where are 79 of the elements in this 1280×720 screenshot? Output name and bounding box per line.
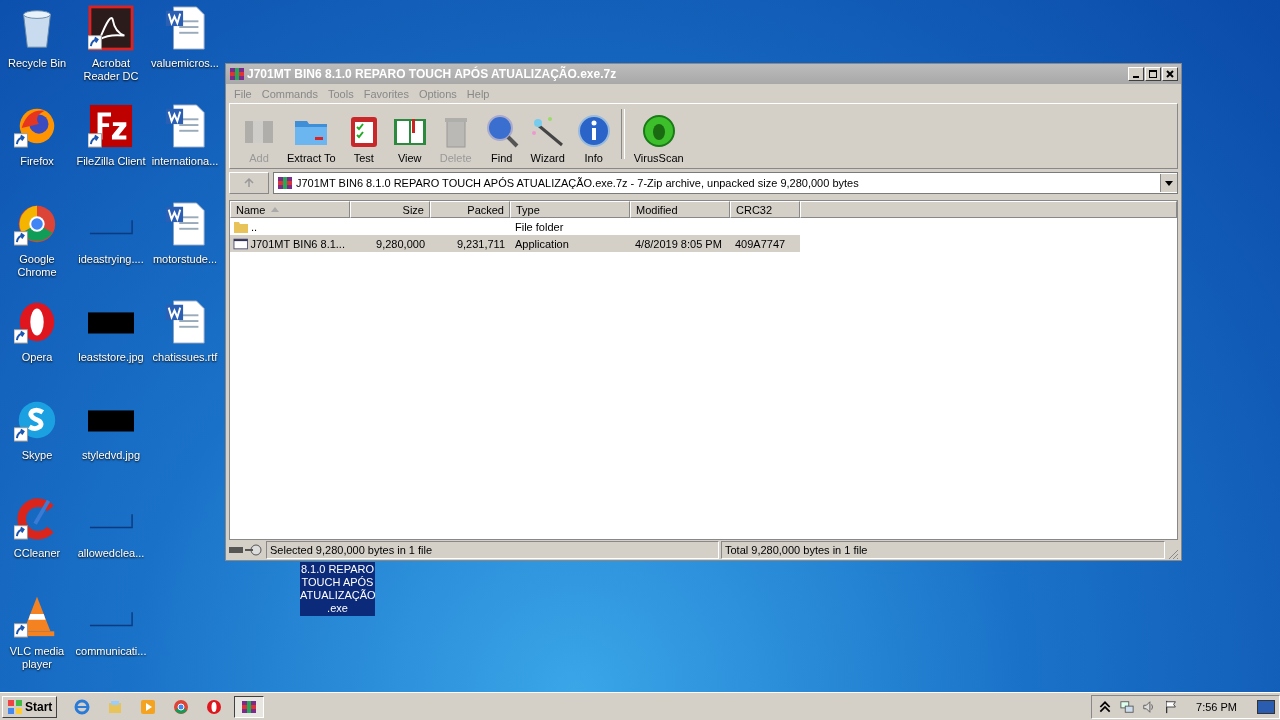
- cell-text: J701MT BIN6 8.1...: [250, 237, 345, 250]
- status-text: Total 9,280,000 bytes in 1 file: [721, 541, 1165, 559]
- network-icon[interactable]: [1120, 699, 1135, 714]
- toolbar-button[interactable]: Extract To: [282, 113, 341, 164]
- minimize-button[interactable]: [1128, 67, 1144, 81]
- column-header[interactable]: Size: [350, 201, 430, 218]
- icon-label: Firefox: [20, 155, 54, 168]
- virus-icon: [640, 113, 677, 149]
- icon-label: Google Chrome: [16, 253, 58, 279]
- filezilla-icon[interactable]: [88, 103, 134, 149]
- start-button[interactable]: Start: [2, 695, 58, 718]
- cell-text: 4/8/2019 8:05 PM: [635, 237, 722, 250]
- acrobat-icon[interactable]: [88, 5, 134, 51]
- minimize-icon: [1133, 76, 1139, 78]
- up-arrow-icon: [244, 178, 254, 188]
- icon-label: motorstude...: [152, 253, 218, 266]
- window-title: J701MT BIN6 8.1.0 REPARO TOUCH APÓS ATUALIZAÇÃO.exe.7z: [247, 67, 618, 81]
- info-icon: [575, 113, 612, 149]
- flag-icon[interactable]: [1164, 699, 1179, 714]
- toolbar-button[interactable]: VirusScan: [628, 113, 689, 164]
- cell-text: File folder: [515, 220, 564, 233]
- status-text: Selected 9,280,000 bytes in 1 file: [266, 541, 719, 559]
- drive-icon: [228, 544, 264, 556]
- windows-logo: [7, 698, 23, 715]
- toolbar-button[interactable]: Test: [340, 113, 387, 164]
- icon-label: Opera: [21, 351, 53, 364]
- clock[interactable]: 7:56 PM: [1196, 700, 1237, 713]
- toolbar-button[interactable]: View: [386, 113, 433, 164]
- icon-label: valuemicros...: [151, 57, 219, 70]
- close-button[interactable]: [1162, 67, 1178, 81]
- toolbar-button[interactable]: Info: [570, 113, 617, 164]
- column-header[interactable]: Packed: [430, 201, 510, 218]
- winrar-icon: [241, 698, 258, 715]
- column-header[interactable]: Type: [510, 201, 630, 218]
- opera-icon: [206, 698, 223, 715]
- icon-label: Acrobat Reader DC: [82, 57, 140, 83]
- cell-text: Application: [515, 237, 569, 250]
- column-header[interactable]: Name: [230, 201, 350, 218]
- icon-label: chatissues.rtf: [152, 351, 218, 364]
- icon-label: VLC media player: [8, 645, 66, 671]
- file-row[interactable]: .. File folder: [230, 218, 1177, 235]
- cell-text: 9,280,000: [376, 237, 425, 250]
- address-field[interactable]: J701MT BIN6 8.1.0 REPARO TOUCH APÓS ATUALIZAÇÃO.exe.7z - 7-Zip archive, unpacked size 9,280,000 bytes: [273, 172, 1178, 194]
- file-row[interactable]: J701MT BIN6 8.1... 9,280,000 9,231,711 Application 4/8/2019 8:05 PM 409A7747: [230, 235, 1177, 252]
- caret-icon: [1165, 180, 1173, 186]
- icon-label: CCleaner: [13, 547, 61, 560]
- close-icon: [1165, 69, 1175, 79]
- resize-grip-icon[interactable]: [1167, 548, 1179, 560]
- icon-label: Skype: [21, 449, 53, 462]
- maximize-icon: [1148, 69, 1158, 79]
- show-desktop-button[interactable]: [1257, 699, 1275, 714]
- winrar-taskbar-button[interactable]: [234, 695, 265, 718]
- icon-label: allowedclea...: [77, 547, 145, 560]
- toolbar-button[interactable]: Find: [478, 113, 525, 164]
- chrome-icon: [173, 698, 190, 715]
- dragged-file-label: 8.1.0 REPARO TOUCH APÓS ATUALIZAÇÃO .exe: [300, 562, 375, 616]
- cell-text: ..: [251, 220, 258, 233]
- dropdown-button[interactable]: [1160, 174, 1177, 192]
- explorer-icon: [107, 698, 124, 715]
- icon-label: ideastrying....: [78, 253, 144, 266]
- chevron-icon[interactable]: [1098, 699, 1113, 714]
- icon-label: leaststore.jpg: [78, 351, 144, 364]
- maximize-button[interactable]: [1145, 67, 1161, 81]
- archive-icon: [229, 66, 245, 82]
- icon-label: FileZilla Client: [76, 155, 146, 168]
- up-button[interactable]: [229, 172, 269, 194]
- icon-label: internationa...: [151, 155, 219, 168]
- icon-label: Recycle Bin: [7, 57, 67, 70]
- icon-label: styledvd.jpg: [81, 449, 141, 462]
- column-header[interactable]: CRC32: [730, 201, 800, 218]
- sort-icon: [271, 207, 280, 212]
- ie-icon: [74, 698, 91, 715]
- cell-text: 409A7747: [735, 237, 786, 250]
- icon-label: communicati...: [75, 645, 147, 658]
- toolbar-button[interactable]: Wizard: [524, 113, 571, 164]
- cell-text: 9,231,711: [456, 237, 505, 250]
- media-icon: [140, 698, 157, 715]
- column-header[interactable]: Modified: [630, 201, 730, 218]
- archive-icon: [277, 175, 293, 191]
